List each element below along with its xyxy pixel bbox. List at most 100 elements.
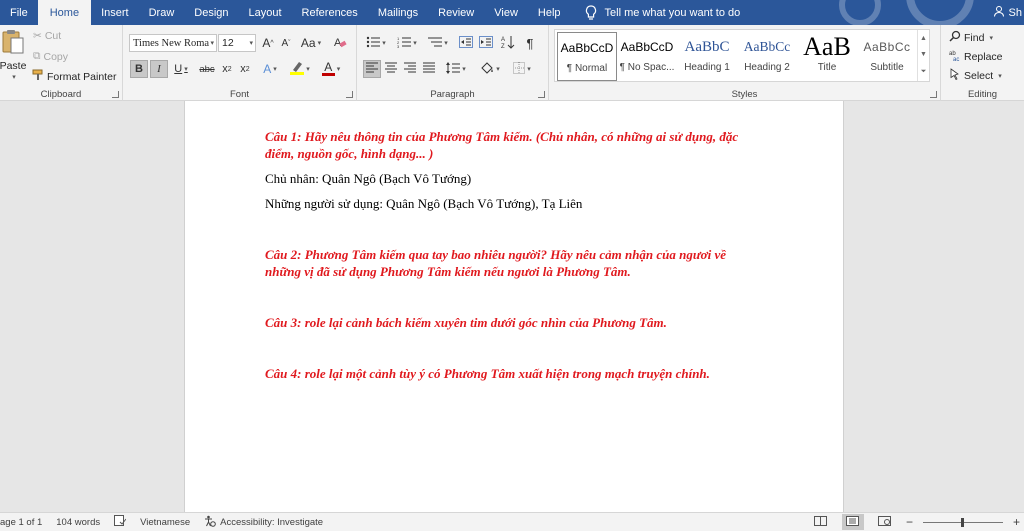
show-hide-marks-button[interactable]: ¶: [521, 34, 539, 52]
document-page[interactable]: Câu 1: Hãy nêu thông tin của Phương Tâm …: [184, 101, 844, 512]
style-normal-label: ¶ Normal: [566, 63, 608, 74]
tab-review[interactable]: Review: [428, 0, 484, 25]
word-window: File Home Insert Draw Design Layout Refe…: [0, 0, 1024, 531]
bold-button[interactable]: B: [130, 60, 148, 78]
sort-icon: AZ: [501, 35, 515, 52]
web-layout-icon: [878, 515, 892, 529]
share-button[interactable]: Sh: [993, 0, 1024, 25]
question-3[interactable]: Câu 3: role lại cảnh bách kiếm xuyên tim…: [265, 315, 765, 332]
sort-button[interactable]: AZ: [499, 34, 517, 52]
scissors-icon: ✂: [33, 30, 42, 42]
paragraph-users[interactable]: Những người sử dụng: Quân Ngô (Bạch Vô T…: [265, 196, 765, 213]
paragraph-launcher-icon[interactable]: [538, 91, 545, 98]
zoom-in-button[interactable]: +: [1013, 515, 1020, 529]
style-title[interactable]: AaB Title: [797, 32, 857, 81]
question-4[interactable]: Câu 4: role lại một cảnh tùy ý có Phương…: [265, 366, 765, 383]
tell-me-label: Tell me what you want to do: [604, 6, 741, 19]
clipboard-launcher-icon[interactable]: [112, 91, 119, 98]
word-count[interactable]: 104 words: [56, 517, 100, 528]
styles-gallery-scroll[interactable]: ▲ ▼ ⏷: [917, 30, 929, 81]
chevron-up-icon[interactable]: ▲: [920, 35, 927, 42]
paste-button[interactable]: Paste ▾: [0, 28, 26, 81]
shrink-font-button[interactable]: Aˇ: [278, 34, 294, 52]
style-no-spacing[interactable]: AaBbCcD ¶ No Spac...: [617, 32, 677, 81]
justify-button[interactable]: [420, 60, 438, 78]
grow-font-button[interactable]: A ^: [260, 34, 276, 52]
tab-design[interactable]: Design: [184, 0, 238, 25]
italic-button[interactable]: I: [150, 60, 168, 78]
style-title-preview: AaB: [803, 32, 851, 61]
font-launcher-icon[interactable]: [346, 91, 353, 98]
chevron-down-icon[interactable]: ▼: [920, 51, 927, 58]
line-spacing-button[interactable]: ▾: [443, 60, 469, 78]
language-indicator[interactable]: Vietnamese: [140, 517, 190, 528]
tab-mailings[interactable]: Mailings: [368, 0, 428, 25]
style-heading-2[interactable]: AaBbCc Heading 2: [737, 32, 797, 81]
document-area[interactable]: Câu 1: Hãy nêu thông tin của Phương Tâm …: [0, 101, 1024, 512]
tab-layout[interactable]: Layout: [239, 0, 292, 25]
zoom-out-button[interactable]: −: [906, 515, 913, 529]
web-layout-button[interactable]: [874, 514, 896, 530]
text-effects-button[interactable]: A ▾: [258, 60, 282, 78]
question-1[interactable]: Câu 1: Hãy nêu thông tin của Phương Tâm …: [265, 129, 765, 162]
select-button[interactable]: Select ▾: [949, 68, 1002, 83]
more-styles-icon[interactable]: ⏷: [921, 68, 927, 76]
replace-button[interactable]: ab ac Replace: [949, 49, 1003, 64]
share-label: Sh: [1008, 6, 1022, 19]
tab-insert[interactable]: Insert: [91, 0, 139, 25]
page-count[interactable]: age 1 of 1: [0, 517, 42, 528]
numbering-button[interactable]: 123 ▾: [394, 34, 420, 52]
underline-button[interactable]: U ▾: [170, 60, 192, 78]
font-size-dropdown[interactable]: 12 ▾: [218, 34, 256, 52]
accessibility-checker[interactable]: Accessibility: Investigate: [204, 515, 323, 530]
chevron-down-icon: ▾: [210, 40, 214, 47]
decrease-indent-button[interactable]: [457, 34, 475, 52]
tab-file[interactable]: File: [0, 0, 38, 25]
chevron-down-icon: ▾: [273, 66, 277, 73]
print-layout-button[interactable]: [841, 514, 864, 530]
strikethrough-button[interactable]: abc: [197, 60, 217, 78]
svg-text:ac: ac: [953, 57, 959, 61]
read-mode-button[interactable]: [810, 514, 832, 530]
shading-button[interactable]: ▾: [477, 60, 503, 78]
align-left-button[interactable]: [363, 60, 381, 78]
change-case-button[interactable]: Aa ▾: [298, 34, 324, 52]
format-painter-button[interactable]: Format Painter: [32, 69, 116, 84]
tell-me-search[interactable]: Tell me what you want to do: [585, 0, 741, 25]
tab-home[interactable]: Home: [37, 0, 92, 25]
bullets-button[interactable]: ▾: [363, 34, 389, 52]
style-heading-1-preview: AaBbC: [684, 38, 730, 55]
clear-formatting-button[interactable]: A: [332, 34, 348, 52]
tab-view[interactable]: View: [484, 0, 528, 25]
clipboard-group: Paste ▾ ✂ Cut ⧉ Copy Format Painter Clip…: [0, 25, 123, 101]
multilevel-list-icon: [428, 36, 443, 51]
proofing-status[interactable]: [114, 515, 127, 529]
superscript-button[interactable]: x2: [237, 60, 253, 78]
multilevel-list-button[interactable]: ▾: [425, 34, 451, 52]
find-button[interactable]: Find ▾: [949, 30, 993, 45]
style-subtitle[interactable]: AaBbCc Subtitle: [857, 32, 917, 81]
question-2[interactable]: Câu 2: Phương Tâm kiếm qua tay bao nhiêu…: [265, 247, 765, 280]
tab-help[interactable]: Help: [528, 0, 571, 25]
cut-button[interactable]: ✂ Cut: [33, 30, 61, 42]
increase-indent-button[interactable]: [477, 34, 495, 52]
tab-draw[interactable]: Draw: [139, 0, 185, 25]
tab-references[interactable]: References: [292, 0, 368, 25]
strikethrough-label: abc: [199, 63, 215, 75]
accessibility-icon: [204, 515, 216, 530]
zoom-slider-thumb[interactable]: [961, 517, 965, 527]
copy-button[interactable]: ⧉ Copy: [33, 50, 68, 63]
style-heading-1[interactable]: AaBbC Heading 1: [677, 32, 737, 81]
align-center-button[interactable]: [382, 60, 400, 78]
styles-launcher-icon[interactable]: [930, 91, 937, 98]
font-name-dropdown[interactable]: Times New Roma ▾: [129, 34, 217, 52]
style-normal[interactable]: AaBbCcD ¶ Normal: [557, 32, 617, 81]
borders-button[interactable]: ▾: [509, 60, 535, 78]
subscript-button[interactable]: x2: [219, 60, 235, 78]
paragraph-owner[interactable]: Chủ nhân: Quân Ngô (Bạch Vô Tướng): [265, 171, 765, 188]
align-right-button[interactable]: [401, 60, 419, 78]
clear-formatting-icon: A: [333, 35, 347, 52]
font-color-button[interactable]: A ▾: [318, 60, 344, 78]
highlight-button[interactable]: ▾: [287, 60, 313, 78]
zoom-slider[interactable]: [922, 517, 1003, 527]
